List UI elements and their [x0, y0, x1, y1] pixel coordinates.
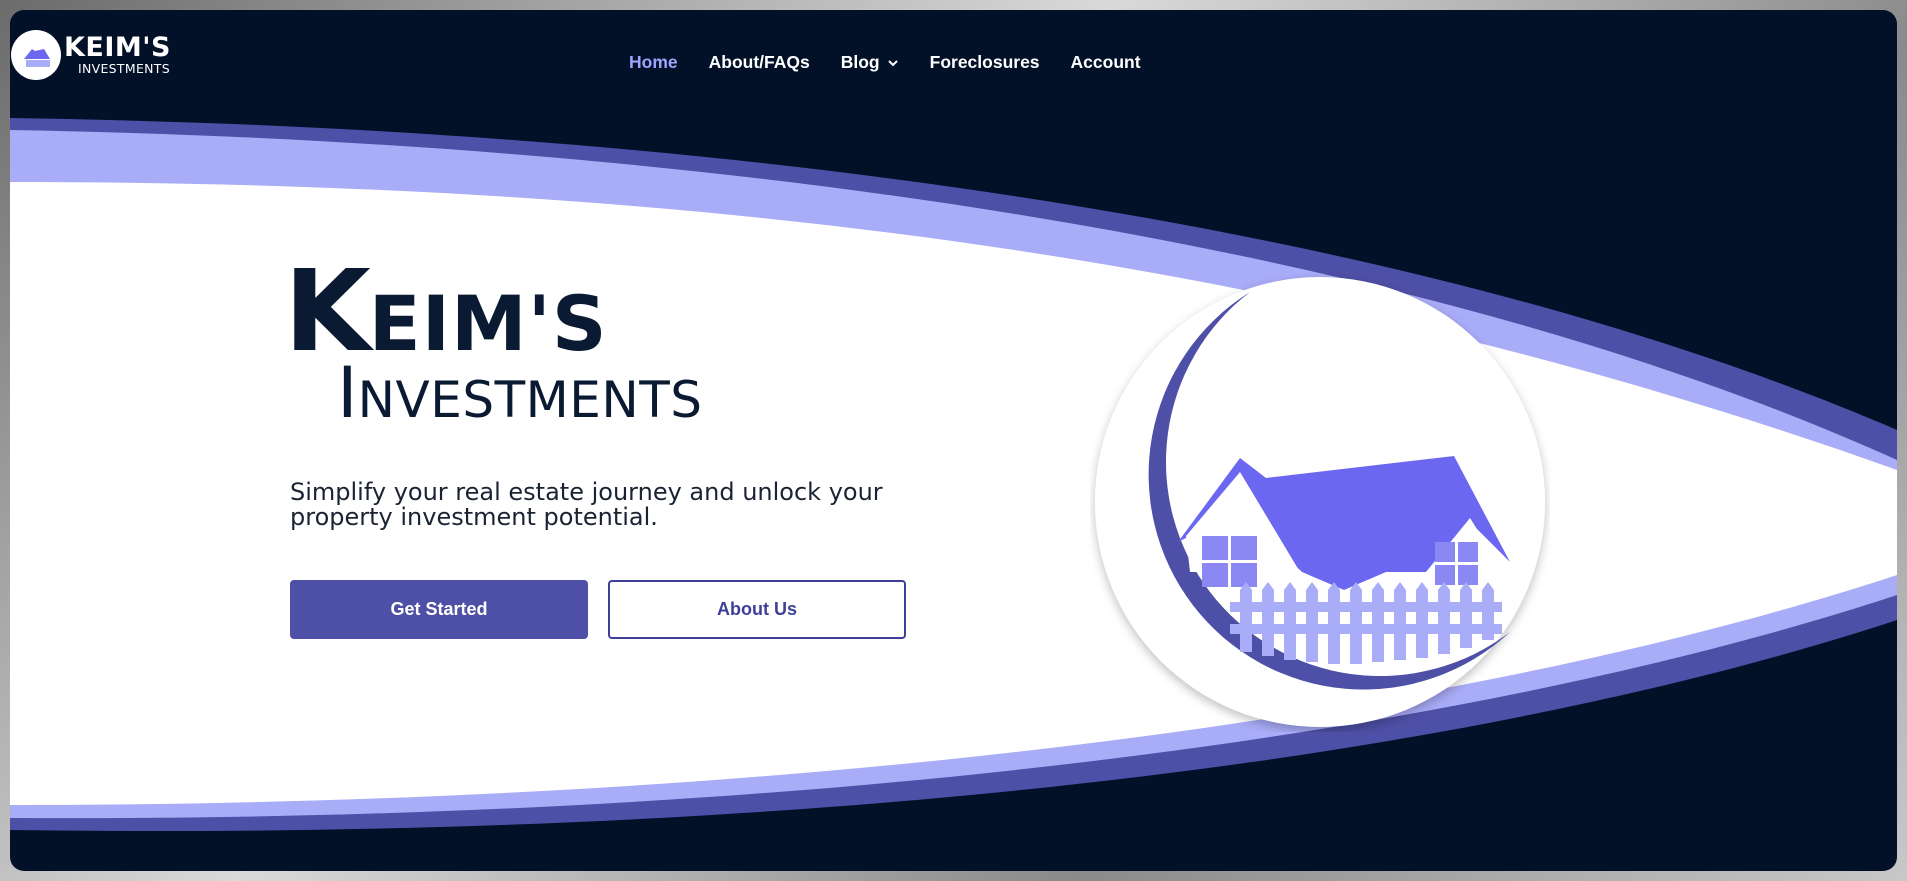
- hero-subtitle-rest: NVESTMENTS: [357, 371, 703, 429]
- browser-frame: KEIM'S INVESTMENTS Home About/FAQs Blog …: [10, 10, 1897, 871]
- hero-title: KEIM'S: [284, 256, 608, 368]
- nav-item-foreclosures[interactable]: Foreclosures: [930, 52, 1040, 73]
- nav-item-home-label: Home: [629, 52, 678, 72]
- hero-background-waves: [10, 118, 1897, 832]
- hero-subtitle-initial: I: [337, 352, 358, 434]
- hero-title-rest: EIM'S: [368, 279, 608, 368]
- nav-item-home[interactable]: Home: [629, 52, 678, 73]
- nav-item-about-faqs[interactable]: About/FAQs: [709, 52, 810, 73]
- hero-tagline: Simplify your real estate journey and un…: [290, 478, 883, 531]
- nav-item-blog-label: Blog: [840, 52, 880, 72]
- nav-item-blog[interactable]: Blog: [841, 52, 899, 73]
- get-started-button[interactable]: Get Started: [290, 580, 588, 639]
- house-moon-illustration: [1095, 277, 1545, 727]
- main-nav: Home About/FAQs Blog Foreclosures Accoun…: [629, 52, 1172, 73]
- hero-subtitle: INVESTMENTS: [337, 358, 703, 428]
- nav-item-account[interactable]: Account: [1071, 52, 1141, 73]
- site-logo[interactable]: KEIM'S INVESTMENTS: [10, 27, 171, 83]
- logo-title: KEIM'S: [64, 32, 171, 64]
- chevron-down-icon: [887, 59, 898, 66]
- house-moon-logo-icon: [11, 30, 61, 80]
- nav-item-about-faqs-label: About/FAQs: [708, 52, 810, 72]
- about-us-button[interactable]: About Us: [608, 580, 906, 639]
- nav-item-foreclosures-label: Foreclosures: [929, 52, 1040, 72]
- logo-text: KEIM'S INVESTMENTS: [64, 34, 171, 76]
- nav-item-account-label: Account: [1070, 52, 1141, 72]
- logo-subtitle: INVESTMENTS: [78, 61, 170, 77]
